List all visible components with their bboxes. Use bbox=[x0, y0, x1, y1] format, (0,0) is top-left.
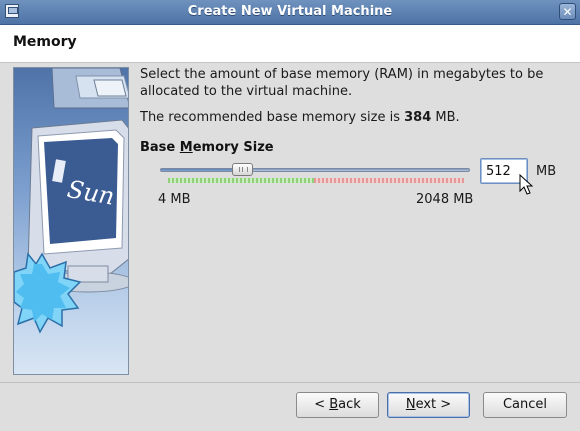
section-title-part: Base bbox=[140, 140, 180, 155]
recommend-suffix: MB. bbox=[431, 110, 460, 125]
slider-recommended-range bbox=[168, 178, 314, 183]
recommended-memory-text: The recommended base memory size is 384 … bbox=[140, 109, 560, 126]
memory-unit-label: MB bbox=[536, 164, 557, 179]
next-button[interactable]: Next > bbox=[387, 392, 470, 418]
content-area: Select the amount of base memory (RAM) i… bbox=[140, 66, 560, 126]
recommended-value: 384 bbox=[404, 110, 432, 125]
back-button[interactable]: < Back bbox=[296, 392, 379, 418]
slider-min-label: 4 MB bbox=[158, 192, 191, 207]
mouse-cursor-icon bbox=[519, 174, 534, 195]
memory-slider-fill bbox=[161, 169, 243, 171]
back-button-label: ack bbox=[338, 397, 361, 412]
wizard-header: Memory bbox=[0, 25, 580, 63]
page-title: Memory bbox=[13, 34, 77, 50]
close-icon[interactable]: ✕ bbox=[559, 3, 576, 20]
virtualbox-sun-logo: Sun bbox=[14, 68, 128, 334]
cancel-button[interactable]: Cancel bbox=[483, 392, 567, 418]
next-button-label: ext > bbox=[415, 397, 452, 412]
memory-slider-ticks bbox=[168, 178, 464, 183]
window-title: Create New Virtual Machine bbox=[187, 4, 393, 19]
memory-description: Select the amount of base memory (RAM) i… bbox=[140, 67, 544, 99]
section-title-part: emory Size bbox=[192, 140, 274, 155]
memory-slider-handle[interactable] bbox=[232, 163, 253, 176]
footer-separator bbox=[0, 382, 580, 383]
wizard-side-image: Sun bbox=[13, 67, 129, 375]
next-button-mnemonic: N bbox=[405, 397, 416, 412]
slider-max-label: 2048 MB bbox=[416, 192, 474, 207]
section-title-mnemonic: M bbox=[179, 140, 193, 155]
back-button-mnemonic: B bbox=[329, 397, 339, 412]
back-button-prefix: < bbox=[314, 397, 330, 412]
memory-slider-track[interactable] bbox=[160, 168, 470, 172]
base-memory-size-label: Base Memory Size bbox=[140, 140, 274, 155]
recommend-prefix: The recommended base memory size is bbox=[140, 110, 405, 125]
slider-high-range bbox=[314, 178, 464, 183]
title-bar: Create New Virtual Machine ✕ bbox=[0, 0, 580, 25]
